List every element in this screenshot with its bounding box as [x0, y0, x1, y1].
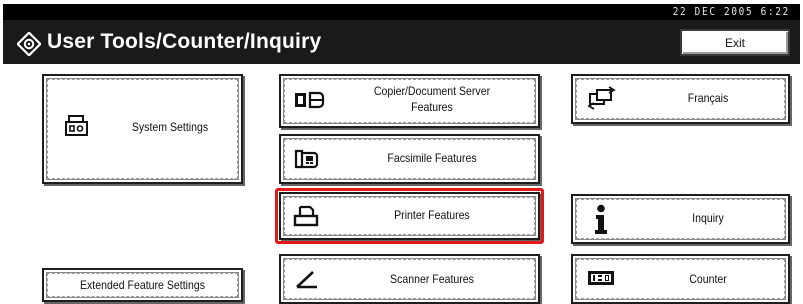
- scanner-features-label: Scanner Features: [390, 272, 474, 286]
- counter-label: Counter: [689, 272, 727, 286]
- printer-icon: [293, 204, 319, 228]
- francais-language-button[interactable]: Français: [571, 74, 790, 124]
- inquiry-label: Inquiry: [692, 211, 724, 225]
- system-settings-button[interactable]: System Settings: [42, 74, 243, 184]
- facsimile-features-label: Facsimile Features: [387, 151, 477, 165]
- exit-button[interactable]: Exit: [680, 29, 790, 56]
- copier-document-server-label-line2: Features: [411, 100, 453, 114]
- language-switch-icon: [587, 86, 617, 110]
- francais-label: Français: [687, 91, 729, 105]
- copier-document-server-label-line1: Copier/Document Server: [373, 84, 491, 98]
- counter-button[interactable]: Counter: [571, 254, 790, 304]
- copier-document-server-features-button[interactable]: Copier/Document Server Features: [279, 74, 540, 128]
- fax-icon: [293, 147, 319, 171]
- status-bar: 22 DEC 2005 6:22: [3, 4, 800, 20]
- printer-features-label: Printer Features: [394, 208, 470, 222]
- copier-icon: [293, 90, 325, 110]
- info-icon: [593, 204, 609, 236]
- user-tools-icon: [16, 31, 42, 57]
- datetime-display: 22 DEC 2005 6:22: [672, 5, 790, 18]
- system-settings-label: System Settings: [131, 120, 209, 134]
- printer-settings-icon: [64, 114, 90, 138]
- inquiry-button[interactable]: Inquiry: [571, 194, 790, 244]
- extended-feature-settings-label: Extended Feature Settings: [79, 278, 206, 292]
- counter-icon: [587, 270, 615, 286]
- printer-features-button[interactable]: Printer Features: [279, 192, 540, 240]
- scanner-features-button[interactable]: Scanner Features: [279, 254, 540, 304]
- scanner-icon: [294, 267, 320, 291]
- page-title: User Tools/Counter/Inquiry: [47, 30, 322, 53]
- facsimile-features-button[interactable]: Facsimile Features: [279, 134, 540, 184]
- extended-feature-settings-button[interactable]: Extended Feature Settings: [42, 268, 243, 302]
